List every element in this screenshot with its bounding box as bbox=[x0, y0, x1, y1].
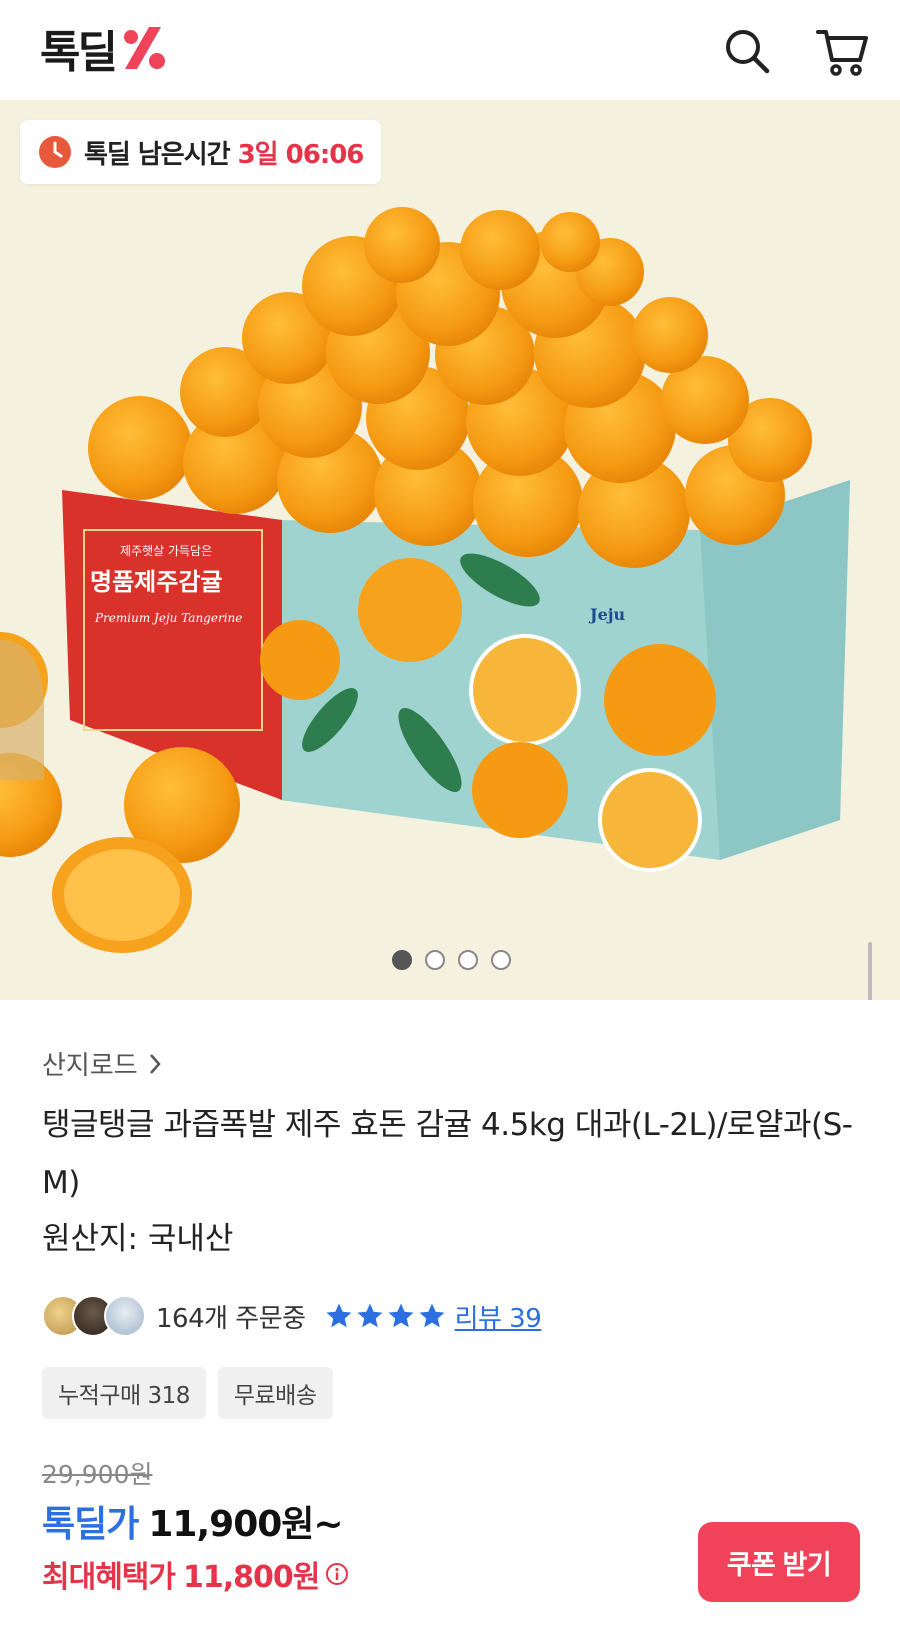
product-title: 탱글탱글 과즙폭발 제주 효돈 감귤 4.5kg 대과(L-2L)/로얄과(S-… bbox=[42, 1107, 853, 1201]
deal-price: 11,900원~ bbox=[148, 1504, 343, 1545]
app-header: 톡딜 bbox=[0, 0, 900, 100]
logo-text: 톡딜 bbox=[40, 27, 118, 78]
cart-icon[interactable] bbox=[816, 24, 870, 78]
star-icon bbox=[326, 1303, 352, 1328]
search-icon[interactable] bbox=[720, 24, 774, 78]
scrollbar[interactable] bbox=[868, 942, 872, 1000]
product-origin: 원산지: 국내산 bbox=[42, 1221, 234, 1257]
avatar bbox=[104, 1295, 146, 1337]
order-count: 164개 주문중 bbox=[156, 1303, 306, 1334]
deal-price-label: 톡딜가 bbox=[42, 1504, 139, 1545]
carousel-dot[interactable] bbox=[425, 950, 445, 970]
max-benefit-label: 최대혜택가 bbox=[42, 1560, 176, 1595]
percent-logo-icon bbox=[123, 27, 165, 69]
social-proof-row: 164개 주문중 리뷰 39 bbox=[42, 1293, 542, 1339]
product-image-carousel[interactable]: 제주햇살 가득담은 명품제주감귤 Premium Jeju Tangerine … bbox=[0, 100, 900, 1000]
talkdeal-logo[interactable]: 톡딜 bbox=[40, 20, 169, 78]
rating-stars bbox=[324, 1301, 447, 1331]
star-icon bbox=[357, 1303, 383, 1328]
get-coupon-button[interactable]: 쿠폰 받기 bbox=[698, 1522, 860, 1602]
review-link[interactable]: 리뷰 39 bbox=[455, 1298, 542, 1335]
original-price: 29,900원 bbox=[42, 1460, 153, 1489]
cumulative-purchase-chip: 누적구매 318 bbox=[42, 1367, 206, 1419]
star-icon bbox=[388, 1303, 414, 1328]
product-photo: 제주햇살 가득담은 명품제주감귤 Premium Jeju Tangerine … bbox=[0, 100, 900, 1000]
max-benefit-price: 11,800원 bbox=[183, 1560, 320, 1595]
seller-name: 산지로드 bbox=[42, 1051, 138, 1081]
carousel-indicator bbox=[392, 950, 511, 970]
deal-price-row: 톡딜가 11,900원~ bbox=[42, 1495, 344, 1547]
free-shipping-chip: 무료배송 bbox=[217, 1367, 333, 1419]
box-name: 명품제주감귤 bbox=[90, 567, 222, 596]
star-icon bbox=[419, 1303, 445, 1328]
clock-icon bbox=[39, 136, 71, 168]
info-icon[interactable] bbox=[325, 1562, 349, 1586]
carousel-dot[interactable] bbox=[458, 950, 478, 970]
seller-link[interactable]: 산지로드 bbox=[42, 1045, 162, 1082]
box-english: Premium Jeju Tangerine bbox=[94, 611, 242, 625]
carousel-dot[interactable] bbox=[491, 950, 511, 970]
max-benefit-row: 최대혜택가 11,800원 bbox=[42, 1552, 349, 1596]
buyer-avatars bbox=[42, 1293, 150, 1339]
box-tagline: 제주햇살 가득담은 bbox=[120, 543, 212, 558]
carousel-dot[interactable] bbox=[392, 950, 412, 970]
chevron-right-icon bbox=[149, 1053, 161, 1074]
timer-label: 톡딜 남은시간 bbox=[84, 139, 231, 170]
timer-value: 3일 06:06 bbox=[237, 139, 365, 170]
deal-timer-badge: 톡딜 남은시간 3일 06:06 bbox=[20, 120, 382, 184]
box-brand: Jeju bbox=[588, 605, 626, 624]
badge-chips: 누적구매 318 무료배송 bbox=[42, 1367, 333, 1419]
